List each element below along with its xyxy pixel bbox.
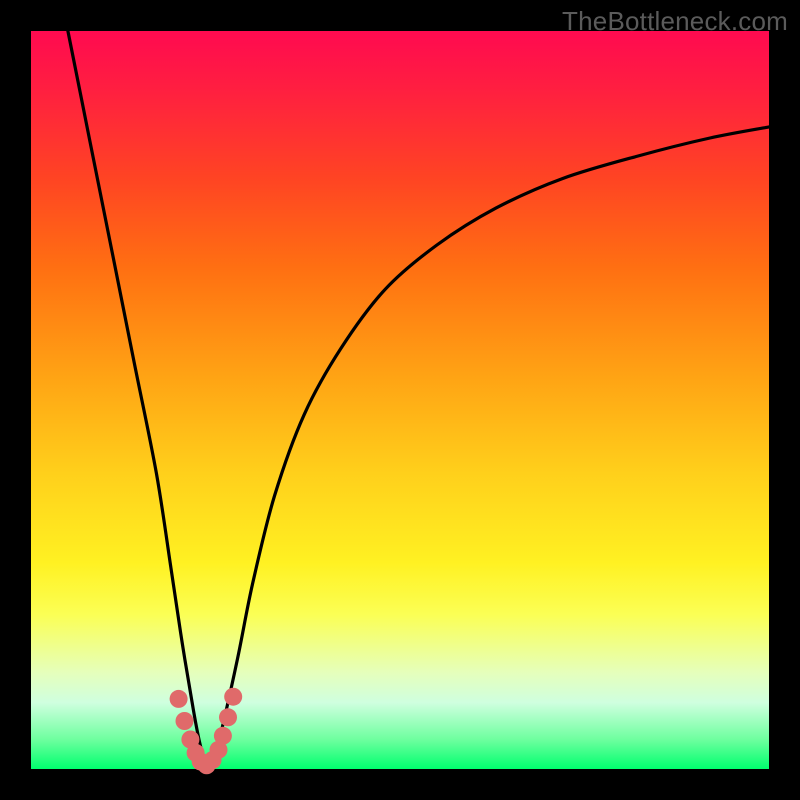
marker-bead	[224, 688, 242, 706]
marker-bead	[176, 712, 194, 730]
chart-frame: TheBottleneck.com	[0, 0, 800, 800]
plot-area	[31, 31, 769, 769]
marker-beads	[170, 688, 243, 775]
watermark-text: TheBottleneck.com	[562, 6, 788, 37]
chart-svg	[31, 31, 769, 769]
marker-bead	[170, 690, 188, 708]
bottleneck-curve-path	[68, 31, 769, 765]
marker-bead	[219, 708, 237, 726]
bottleneck-curve	[68, 31, 769, 765]
marker-bead	[214, 727, 232, 745]
